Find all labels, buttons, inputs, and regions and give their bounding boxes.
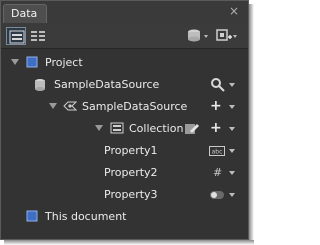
project-icon [26, 56, 38, 68]
data-object-icon [63, 101, 77, 111]
tree-label-project: Project [45, 56, 83, 69]
details-mode-button[interactable] [28, 27, 48, 45]
database-icon [35, 79, 45, 91]
expand-arrow-icon[interactable] [49, 103, 57, 109]
add-collection-property-button[interactable]: + [210, 121, 222, 135]
tree-label-collection: Collection [129, 122, 184, 135]
panel-shadow-bottom [4, 240, 254, 245]
panel-shadow-right [249, 4, 254, 245]
panel-tab-data[interactable]: Data [3, 4, 48, 23]
panel-titlebar: Data × [1, 1, 248, 23]
collection-icon [110, 122, 124, 134]
property-type-dropdown-icon[interactable] [229, 171, 235, 175]
tree-label-sample-data-source-child: SampleDataSource [82, 100, 188, 113]
boolean-type-icon[interactable] [209, 189, 225, 201]
add-property-dropdown-icon[interactable] [229, 105, 235, 109]
add-collection-property-dropdown-icon[interactable] [229, 127, 235, 131]
property-type-dropdown-icon[interactable] [229, 193, 235, 197]
data-tree: Project SampleDataSource SampleDataSourc… [1, 50, 248, 239]
details-view-icon [31, 31, 45, 41]
expand-arrow-icon[interactable] [95, 125, 103, 131]
number-type-icon[interactable]: # [213, 166, 222, 180]
tree-row-this-document[interactable]: This document [1, 206, 248, 228]
property-type-dropdown-icon[interactable] [229, 149, 235, 153]
tree-row-property2[interactable]: Property2 # [1, 162, 248, 184]
tree-row-property1[interactable]: Property1 abc [1, 140, 248, 162]
data-panel: Data × Project SampleDataSource SampleDa… [0, 0, 249, 240]
add-sample-data-dropdown[interactable] [215, 27, 239, 45]
tree-row-project[interactable]: Project [1, 52, 248, 74]
tree-row-collection[interactable]: Collection + [1, 118, 248, 140]
tree-row-property3[interactable]: Property3 [1, 184, 248, 206]
tree-label-sample-data-source: SampleDataSource [54, 78, 160, 91]
tree-row-sample-data-source[interactable]: SampleDataSource [1, 74, 248, 96]
sample-data-add-icon [216, 29, 237, 41]
panel-toolbar [1, 23, 248, 49]
tree-row-sample-data-source-child[interactable]: SampleDataSource + [1, 96, 248, 118]
list-view-icon [9, 30, 25, 44]
list-mode-button[interactable] [6, 27, 26, 45]
data-source-properties-icon[interactable] [210, 77, 226, 93]
close-icon[interactable]: × [228, 5, 240, 17]
data-source-add-icon [188, 29, 208, 42]
document-icon [26, 210, 38, 222]
tree-label-property2: Property2 [104, 166, 158, 179]
add-data-source-dropdown[interactable] [186, 27, 210, 45]
expand-arrow-icon[interactable] [11, 59, 19, 65]
tree-label-property3: Property3 [104, 188, 158, 201]
add-property-button[interactable]: + [210, 99, 222, 113]
edit-sample-values-icon[interactable] [184, 121, 200, 137]
string-type-text: abc [212, 149, 223, 156]
string-type-icon[interactable]: abc [209, 145, 225, 157]
tree-label-property1: Property1 [104, 144, 158, 157]
tree-label-this-document: This document [45, 210, 127, 223]
data-source-options-dropdown-icon[interactable] [229, 83, 235, 87]
